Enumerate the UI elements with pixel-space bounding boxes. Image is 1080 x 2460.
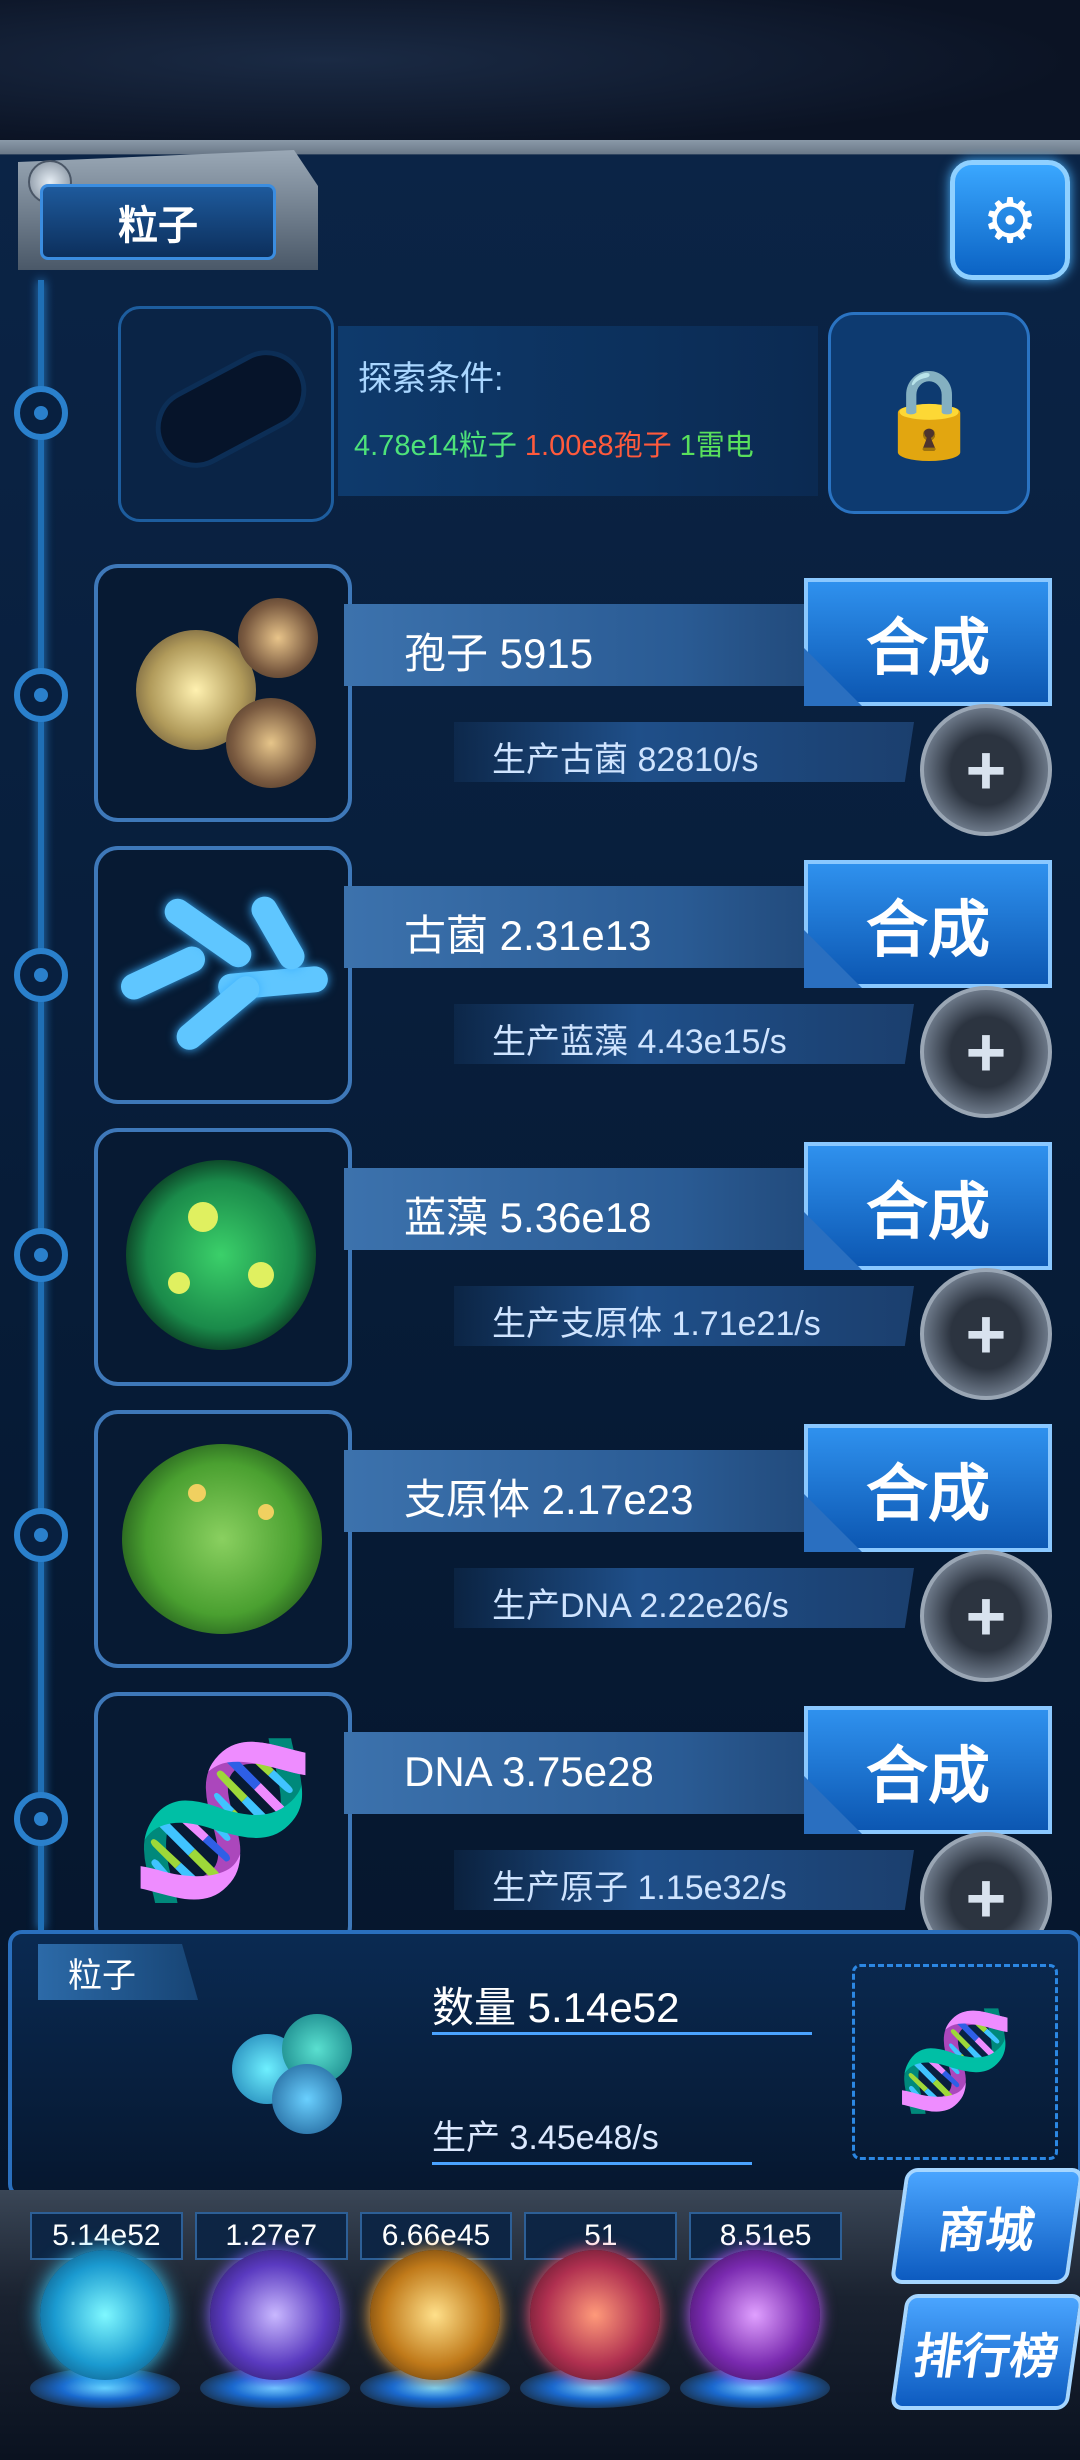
summary-count: 数量 5.14e52 <box>432 1984 680 2031</box>
summary-panel: 粒子 数量 5.14e52 生产 3.45e48/s 🧬 <box>8 1930 1080 2198</box>
synthesize-button[interactable]: 合成 <box>804 1424 1052 1552</box>
progress-line <box>38 280 44 1930</box>
lock-icon[interactable]: 🔒 <box>828 312 1030 514</box>
list-item: 🧬 DNA 3.75e28 生产原子 1.15e32/s 合成 + <box>94 1692 1064 1964</box>
item-rate: 生产蓝藻 4.43e15/s <box>492 1023 787 1061</box>
brain-orb-icon[interactable] <box>530 2250 660 2380</box>
archaea-image <box>94 846 352 1104</box>
add-icon[interactable]: + <box>920 1268 1052 1400</box>
item-name: 孢子 5915 <box>404 630 594 677</box>
timeline-node <box>14 668 68 722</box>
item-rate: 生产DNA 2.22e26/s <box>492 1587 789 1625</box>
add-icon[interactable]: + <box>920 704 1052 836</box>
cyanobacteria-image <box>94 1128 352 1386</box>
item-name: DNA 3.75e28 <box>404 1748 654 1795</box>
synthesize-button[interactable]: 合成 <box>804 1706 1052 1834</box>
synthesize-button[interactable]: 合成 <box>804 578 1052 706</box>
fire-orb-icon[interactable] <box>370 2250 500 2380</box>
item-name: 古菌 2.31e13 <box>404 912 652 959</box>
portal-orb-icon[interactable] <box>690 2250 820 2380</box>
dna-image: 🧬 <box>94 1692 352 1950</box>
particle-cluster-icon <box>222 2004 372 2154</box>
locked-item-thumbnail <box>118 306 334 522</box>
particle-orb-icon[interactable] <box>40 2250 170 2380</box>
thunder-orb-icon[interactable] <box>210 2250 340 2380</box>
timeline-node <box>14 1228 68 1282</box>
item-rate: 生产原子 1.15e32/s <box>492 1869 787 1907</box>
condition-thunder: 1雷电 <box>679 430 754 462</box>
explore-conditions: 4.78e14粒子 1.00e8孢子 1雷电 <box>354 422 754 464</box>
synthesize-button[interactable]: 合成 <box>804 1142 1052 1270</box>
ranking-button[interactable]: 排行榜 <box>889 2294 1080 2410</box>
lock-node-icon <box>14 386 68 440</box>
settings-gear-icon[interactable]: ⚙ <box>950 160 1070 280</box>
summary-production: 生产 3.45e48/s <box>432 2119 659 2157</box>
explore-label: 探索条件: <box>358 360 504 398</box>
list-item: 蓝藻 5.36e18 生产支原体 1.71e21/s 合成 + <box>94 1128 1064 1400</box>
list-item: 支原体 2.17e23 生产DNA 2.22e26/s 合成 + <box>94 1410 1064 1682</box>
synthesize-button[interactable]: 合成 <box>804 860 1052 988</box>
divider <box>432 2032 812 2035</box>
divider <box>432 2162 752 2165</box>
timeline-node <box>14 1792 68 1846</box>
timeline-node <box>14 1508 68 1562</box>
item-rate: 生产古菌 82810/s <box>492 741 759 779</box>
item-name: 支原体 2.17e23 <box>404 1476 694 1523</box>
space-background <box>0 0 1080 150</box>
add-icon[interactable]: + <box>920 1550 1052 1682</box>
shop-button[interactable]: 商城 <box>889 2168 1080 2284</box>
spore-image <box>94 564 352 822</box>
page-title: 粒子 <box>40 184 276 260</box>
mycoplasma-image <box>94 1410 352 1668</box>
add-icon[interactable]: + <box>920 986 1052 1118</box>
condition-spores: 1.00e8孢子 <box>524 430 672 462</box>
item-name: 蓝藻 5.36e18 <box>404 1194 652 1241</box>
explore-card: 探索条件: 4.78e14粒子 1.00e8孢子 1雷电 🔒 <box>118 306 1030 522</box>
condition-particles: 4.78e14粒子 <box>354 430 517 462</box>
list-item: 孢子 5915 生产古菌 82810/s 合成 + <box>94 564 1064 836</box>
dna-helix-icon: 🧬 <box>852 1964 1058 2160</box>
item-rate: 生产支原体 1.71e21/s <box>492 1305 821 1343</box>
summary-tag: 粒子 <box>38 1944 198 2000</box>
timeline-node <box>14 948 68 1002</box>
list-item: 古菌 2.31e13 生产蓝藻 4.43e15/s 合成 + <box>94 846 1064 1118</box>
